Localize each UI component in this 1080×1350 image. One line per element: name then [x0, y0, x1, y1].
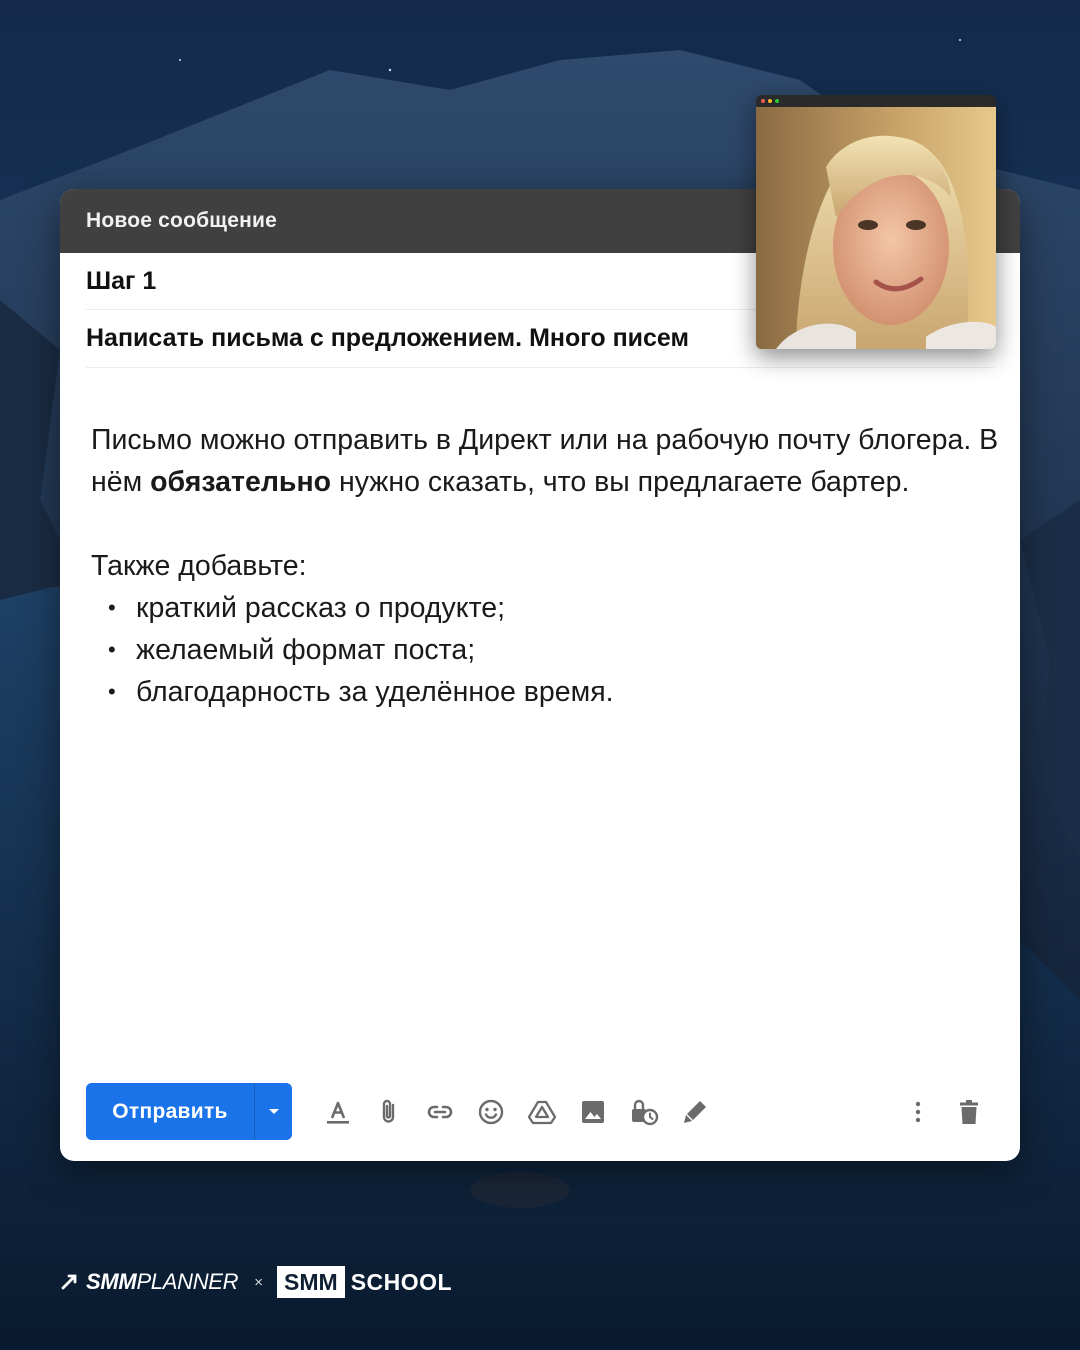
send-options-button[interactable]: [255, 1083, 292, 1140]
compose-title: Новое сообщение: [86, 209, 277, 232]
send-button-group: Отправить: [86, 1083, 292, 1140]
drive-icon: [527, 1100, 556, 1124]
smmplanner-logo-icon: [61, 1274, 77, 1290]
list-item: краткий рассказ о продукте;: [91, 587, 1001, 629]
more-options-button[interactable]: [892, 1086, 943, 1137]
discard-draft-button[interactable]: [943, 1086, 994, 1137]
minimize-dot-icon[interactable]: [768, 99, 772, 103]
subject-value: Написать письма с предложением. Много пи…: [86, 324, 690, 352]
text-format-icon: [326, 1101, 349, 1124]
lock-clock-icon: [631, 1099, 658, 1125]
body-paragraph-1: Письмо можно отправить в Директ или на р…: [91, 424, 999, 498]
body-bold-word: обязательно: [150, 466, 332, 498]
close-dot-icon[interactable]: [761, 99, 765, 103]
brand-separator: ×: [254, 1273, 264, 1291]
trash-icon: [959, 1099, 978, 1124]
send-button[interactable]: Отправить: [86, 1083, 254, 1140]
insert-photo-button[interactable]: [567, 1086, 618, 1137]
brand-smmplanner: SMM PLANNER: [86, 1269, 239, 1294]
photo-icon: [581, 1100, 604, 1123]
compose-toolbar: Отправить: [86, 1083, 994, 1140]
link-icon: [427, 1105, 452, 1118]
body-bullet-list: краткий рассказ о продукте; желаемый фор…: [91, 587, 1001, 713]
message-body[interactable]: Письмо можно отправить в Директ или на р…: [91, 419, 1001, 713]
paperclip-icon: [382, 1099, 394, 1123]
emoji-icon: [478, 1099, 503, 1124]
zoom-dot-icon[interactable]: [775, 99, 779, 103]
chevron-down-icon: [268, 1108, 279, 1114]
list-item: желаемый формат поста;: [91, 629, 1001, 671]
insert-link-button[interactable]: [414, 1086, 465, 1137]
footer-brand: SMM PLANNER × SMM SCHOOL: [60, 1265, 452, 1299]
recipients-value: Шаг 1: [86, 266, 157, 295]
list-item: благодарность за уделённое время.: [91, 671, 1001, 713]
video-window-bar: [756, 95, 996, 107]
insert-emoji-button[interactable]: [465, 1086, 516, 1137]
confidential-mode-button[interactable]: [618, 1086, 669, 1137]
brand-smm-box: SMM: [277, 1266, 345, 1298]
insert-drive-button[interactable]: [516, 1086, 567, 1137]
attach-file-button[interactable]: [363, 1086, 414, 1137]
pen-icon: [683, 1100, 706, 1123]
brand-smmschool: SMM SCHOOL: [277, 1266, 452, 1298]
video-frame-image: [756, 107, 996, 349]
more-vert-icon: [915, 1101, 920, 1122]
video-overlay[interactable]: [756, 95, 996, 349]
formatting-options-button[interactable]: [312, 1086, 363, 1137]
brand-school-text: SCHOOL: [350, 1268, 453, 1295]
insert-signature-button[interactable]: [669, 1086, 720, 1137]
body-paragraph-2: Также добавьте:: [91, 550, 307, 582]
